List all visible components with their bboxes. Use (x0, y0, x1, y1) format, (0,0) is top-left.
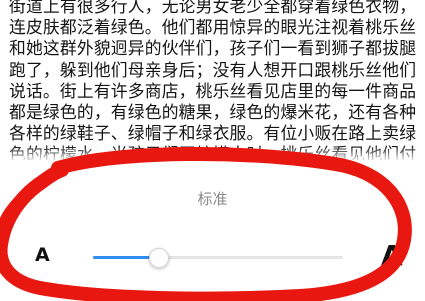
font-size-panel (0, 160, 425, 301)
decrease-font-size-button[interactable]: A (35, 244, 50, 266)
book-paragraph: 街道上有很多行人，无论男女老少全都穿着绿色衣物，连皮肤都泛着绿色。他们都用惊异的… (9, 0, 416, 160)
slider-thumb[interactable] (149, 248, 169, 268)
increase-font-size-button[interactable]: A (381, 239, 403, 272)
font-size-slider[interactable] (93, 246, 343, 270)
reader-content: 街道上有很多行人，无论男女老少全都穿着绿色衣物，连皮肤都泛着绿色。他们都用惊异的… (0, 0, 425, 160)
text-fade (0, 146, 425, 160)
font-size-current-label: 标准 (197, 190, 228, 208)
